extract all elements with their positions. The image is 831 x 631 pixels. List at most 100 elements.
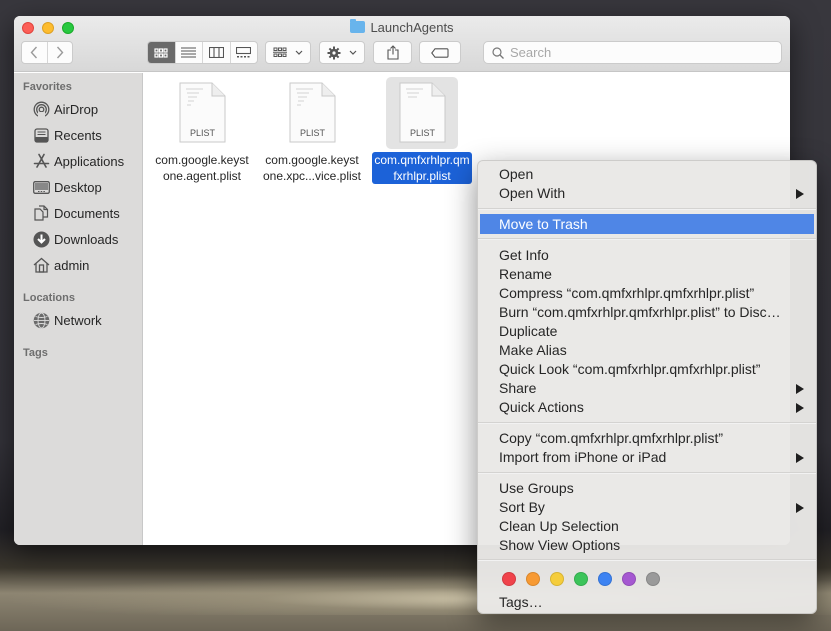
file-item-selected[interactable]: PLIST com.qmfxrhlpr.qm fxrhlpr.plist [367,77,477,185]
sidebar-item-label: Applications [54,153,125,169]
menu-item-quick-look[interactable]: Quick Look “com.qmfxrhlpr.qmfxrhlpr.plis… [478,360,816,379]
menu-separator [478,422,816,424]
menu-item-copy[interactable]: Copy “com.qmfxrhlpr.qmfxrhlpr.plist” [478,429,816,448]
menu-item-rename[interactable]: Rename [478,265,816,284]
menu-item-burn[interactable]: Burn “com.qmfxrhlpr.qmfxrhlpr.plist” to … [478,303,816,322]
sidebar-item-label: Downloads [54,231,119,247]
sidebar-heading-favorites: Favorites [23,81,72,93]
tag-color-gray[interactable] [646,572,660,586]
tag-color-blue[interactable] [598,572,612,586]
chevron-left-icon [30,46,38,59]
share-button[interactable] [373,41,412,64]
tag-color-yellow[interactable] [550,572,564,586]
submenu-arrow-icon [796,384,804,394]
menu-separator [478,238,816,240]
sidebar-item-label: Network [54,312,102,328]
sidebar-item-recents[interactable]: Recents [32,125,102,145]
file-name: com.google.keyst one.agent.plist [155,153,249,183]
column-view-button[interactable] [203,42,231,63]
documents-icon [33,205,48,221]
submenu-arrow-icon [796,403,804,413]
file-type-label: PLIST [190,128,216,138]
folder-icon [350,19,366,33]
menu-item-make-alias[interactable]: Make Alias [478,341,816,360]
tag-button[interactable] [419,41,461,64]
menu-item-show-view-options[interactable]: Show View Options [478,536,816,555]
share-icon [386,45,399,60]
network-icon [33,312,49,328]
menu-separator [478,472,816,474]
sidebar-item-label: AirDrop [54,101,99,117]
back-button[interactable] [22,42,48,63]
sidebar-item-network[interactable]: Network [32,310,102,330]
search-field[interactable] [483,41,782,64]
action-button[interactable] [319,41,365,64]
tag-color-orange[interactable] [526,572,540,586]
menu-item-use-groups[interactable]: Use Groups [478,479,816,498]
plist-file-icon: PLIST [399,82,446,143]
menu-item-clean-up-selection[interactable]: Clean Up Selection [478,517,816,536]
tag-color-purple[interactable] [622,572,636,586]
menu-item-open-with[interactable]: Open With [478,184,816,203]
submenu-arrow-icon [796,453,804,463]
plist-file-icon: PLIST [289,82,336,143]
column-view-icon [208,47,224,58]
sidebar-heading-locations: Locations [23,292,75,304]
desktop-icon [32,180,50,194]
chevron-right-icon [56,46,64,59]
file-name: com.qmfxrhlpr.qm fxrhlpr.plist [372,152,472,184]
list-view-icon [181,47,197,58]
tag-color-green[interactable] [574,572,588,586]
sidebar: Favorites AirDrop Recents Applications D… [14,73,143,545]
tag-color-red[interactable] [502,572,516,586]
file-type-label: PLIST [410,128,436,138]
applications-icon [33,153,49,168]
menu-item-import-from-iphone[interactable]: Import from iPhone or iPad [478,448,816,467]
downloads-icon [33,231,49,247]
sidebar-item-desktop[interactable]: Desktop [32,177,102,197]
file-item[interactable]: PLIST com.google.keyst one.agent.plist [147,77,257,185]
menu-item-get-info[interactable]: Get Info [478,246,816,265]
menu-item-open[interactable]: Open [478,165,816,184]
menu-item-duplicate[interactable]: Duplicate [478,322,816,341]
list-view-button[interactable] [176,42,203,63]
chevron-down-icon [295,50,303,55]
forward-button[interactable] [48,42,73,63]
menu-item-sort-by[interactable]: Sort By [478,498,816,517]
menu-item-compress[interactable]: Compress “com.qmfxrhlpr.qmfxrhlpr.plist” [478,284,816,303]
sidebar-heading-tags: Tags [23,347,48,359]
search-icon [492,46,504,59]
tag-icon [431,47,449,58]
group-by-icon [273,47,287,57]
sidebar-item-admin[interactable]: admin [32,255,89,275]
gallery-view-button[interactable] [231,42,258,63]
sidebar-item-downloads[interactable]: Downloads [32,229,118,249]
group-by-button[interactable] [265,41,311,64]
context-menu: Open Open With Move to Trash Get Info Re… [477,160,817,614]
sidebar-item-documents[interactable]: Documents [32,203,120,223]
home-icon [33,257,49,273]
gallery-view-icon [236,47,252,58]
sidebar-item-label: Desktop [54,179,102,195]
menu-item-quick-actions[interactable]: Quick Actions [478,398,816,417]
file-item[interactable]: PLIST com.google.keyst one.xpc...vice.pli… [257,77,367,185]
icon-view-icon [154,47,168,58]
gear-icon [327,46,341,59]
search-input[interactable] [510,45,760,60]
airdrop-icon [33,101,49,118]
submenu-arrow-icon [796,503,804,513]
menu-item-share[interactable]: Share [478,379,816,398]
sidebar-item-label: admin [54,257,90,273]
submenu-arrow-icon [796,189,804,199]
menu-separator [478,208,816,210]
sidebar-item-applications[interactable]: Applications [32,151,124,171]
window-title: LaunchAgents [14,19,790,37]
sidebar-item-airdrop[interactable]: AirDrop [32,99,98,119]
menu-item-tags[interactable]: Tags… [478,593,816,612]
file-type-label: PLIST [300,128,326,138]
menu-item-move-to-trash[interactable]: Move to Trash [480,214,814,234]
icon-view-button[interactable] [148,42,176,63]
recents-icon [33,127,49,143]
nav-buttons [21,41,73,64]
menu-separator [478,559,816,561]
